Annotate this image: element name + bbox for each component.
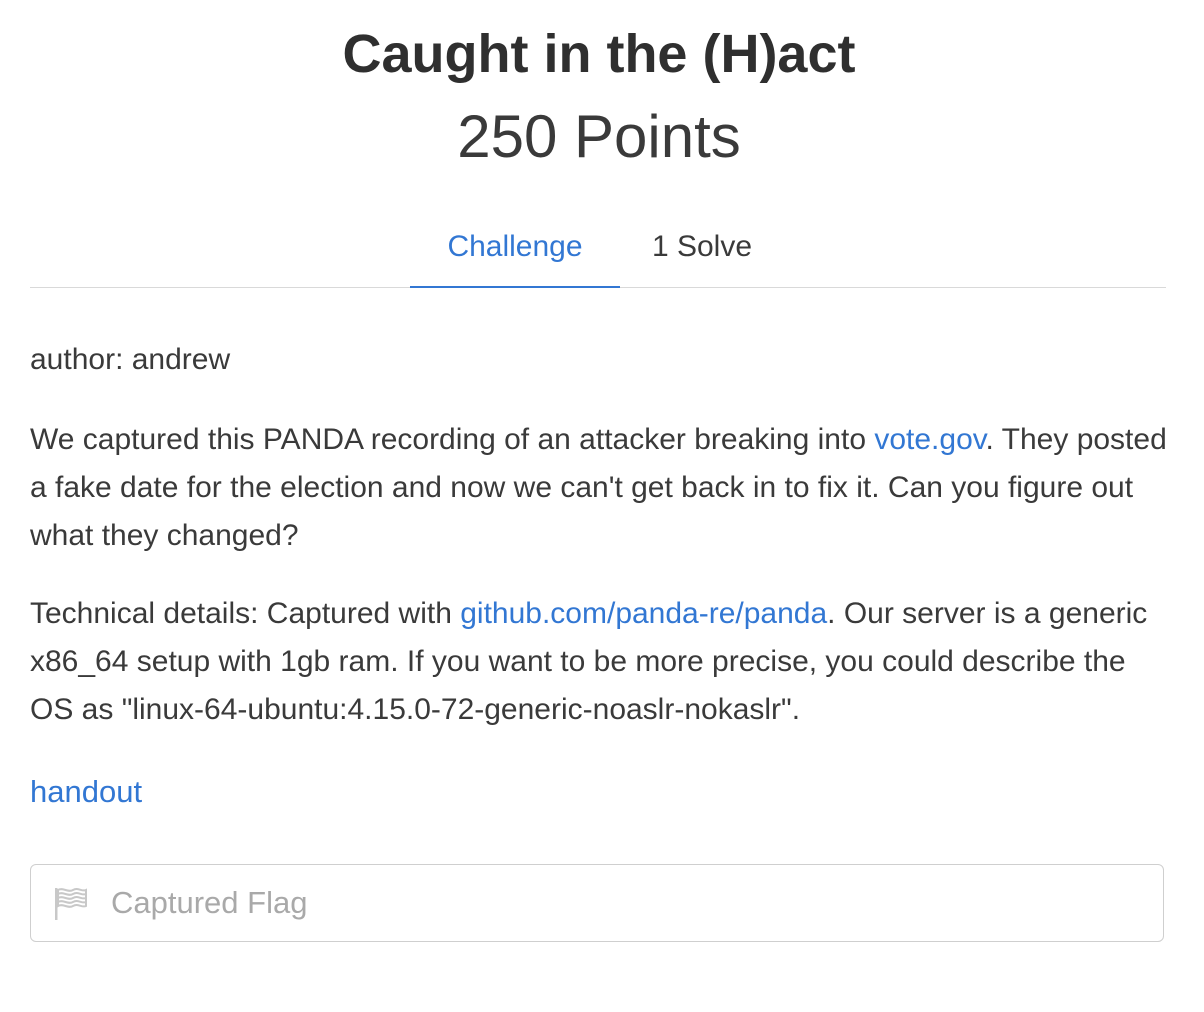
- tab-challenge[interactable]: Challenge: [410, 210, 620, 288]
- tab-solves[interactable]: 1 Solve: [632, 210, 772, 286]
- panda-github-link[interactable]: github.com/panda-re/panda: [460, 597, 827, 630]
- author-line: author: andrew: [30, 343, 231, 376]
- tab-bar: Challenge 1 Solve: [30, 210, 1166, 288]
- challenge-title: Caught in the (H)act: [342, 24, 856, 84]
- flag-icon: [53, 887, 89, 921]
- handout-link[interactable]: handout: [30, 774, 142, 809]
- challenge-description: author: andrew We captured this PANDA re…: [30, 336, 1170, 764]
- technical-details-text: Technical details: Captured with: [30, 597, 461, 630]
- vote-gov-link[interactable]: vote.gov: [874, 423, 985, 456]
- technical-details-paragraph: Technical details: Captured with github.…: [30, 590, 1170, 734]
- description-paragraph: We captured this PANDA recording of an a…: [30, 416, 1170, 560]
- handout-container: handout: [30, 768, 142, 816]
- challenge-points: 250 Points: [457, 103, 741, 170]
- captured-flag-input[interactable]: [111, 865, 1151, 941]
- flag-input-box[interactable]: [30, 864, 1164, 942]
- description-text: We captured this PANDA recording of an a…: [30, 423, 875, 456]
